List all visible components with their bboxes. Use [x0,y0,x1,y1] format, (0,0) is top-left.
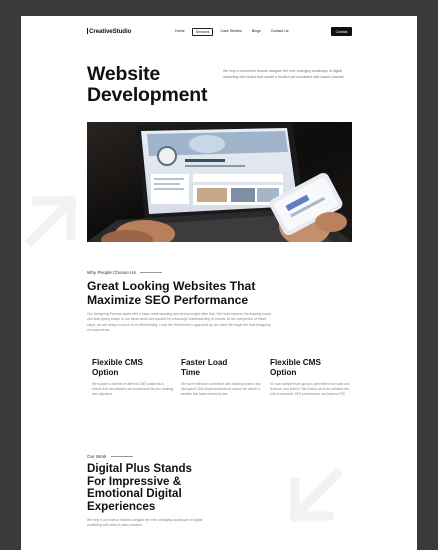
feature-3-title-line-1: Flexible CMS [270,358,321,367]
feature-1-title: Flexible CMS Option [92,358,174,377]
feature-3-title: Flexible CMS Option [270,358,352,377]
feature-2-description: We have extensive experience with buildi… [181,382,262,397]
why-section-eyebrow: Why People Choose Us [87,270,162,275]
feature-card-2: Faster Load Time We have extensive experi… [181,358,263,397]
feature-1-title-line-1: Flexible CMS [92,358,143,367]
page: CreativeStudio Home Services Case Studie… [21,16,417,550]
why-section-description: Our Designing Process starts with a basi… [87,312,271,333]
logo-mark-icon [87,28,88,34]
work-title-line-1: Digital Plus Stands [87,462,193,475]
feature-card-3: Flexible CMS Option It's now website that… [270,358,352,397]
hero-image [87,122,352,242]
laptop-phone-illustration [87,122,352,242]
nav-link-case-studies[interactable]: Case Studies [217,28,244,36]
work-section-description: We help e-commerce brands navigate the e… [87,518,203,528]
feature-2-title: Faster Load Time [181,358,263,377]
feature-1-description: We support a number of different CMS pla… [92,382,174,397]
contact-button[interactable]: Contact [331,27,352,36]
nav-link-contact-us[interactable]: Contact Us [268,28,292,36]
why-section-title: Great Looking Websites That Maximize SEO… [87,279,255,307]
why-title-line-1: Great Looking Websites That [87,279,256,293]
feature-card-1: Flexible CMS Option We support a number o… [92,358,174,397]
why-eyebrow-label: Why People Choose Us [87,270,136,275]
top-navbar: CreativeStudio Home Services Case Studie… [21,16,417,46]
hero-description: We help e-commerce brands navigate the e… [223,69,345,79]
work-eyebrow-label: Our Work [87,454,107,459]
nav-link-services[interactable]: Services [191,28,214,36]
work-section-eyebrow: Our Work [87,454,133,459]
eyebrow-divider [110,456,133,457]
eyebrow-divider [139,272,162,273]
brand-logo[interactable]: CreativeStudio [87,28,131,35]
why-title-line-2: Maximize SEO Performance [87,293,249,307]
feature-3-title-line-2: Option [270,367,297,377]
work-title-line-2: For Impressive & [87,474,182,488]
page-title-line-2: Development [87,84,208,106]
arrow-up-right-decoration-icon [24,194,78,248]
work-section-title: Digital Plus Stands For Impressive & Emo… [87,462,193,513]
work-title-line-4: Experiences [87,499,156,513]
work-title-line-3: Emotional Digital [87,487,182,500]
nav-link-blogs[interactable]: Blogs [249,28,264,36]
nav-link-home[interactable]: Home [172,28,188,36]
brand-name: CreativeStudio [89,28,132,35]
feature-2-title-line-2: Time [181,367,200,377]
feature-1-title-line-2: Option [92,367,119,377]
page-title-line-1: Website [87,63,161,85]
arrow-down-left-decoration-icon [288,467,344,523]
nav-links: Home Services Case Studies Blogs Contact… [172,28,296,36]
feature-3-description: It's now website that's going to generat… [270,382,350,397]
feature-2-title-line-1: Faster Load [181,358,228,367]
